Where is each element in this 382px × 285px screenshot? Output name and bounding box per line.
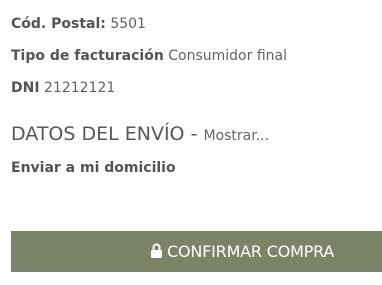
shipping-method: Enviar a mi domicilio (11, 160, 176, 176)
shipping-section-title: DATOS DEL ENVÍO (11, 123, 185, 145)
dni-value: 21212121 (44, 80, 116, 96)
dni-row: DNI 21212121 (11, 79, 115, 97)
confirm-purchase-button[interactable]: CONFIRMAR COMPRA (11, 231, 382, 272)
lock-icon (150, 243, 163, 258)
billing-type-label: Tipo de facturación (11, 48, 164, 64)
postal-code-value: 5501 (110, 16, 146, 32)
postal-code-label: Cód. Postal: (11, 16, 106, 32)
show-shipping-details-link[interactable]: Mostrar... (203, 128, 269, 144)
shipping-title-separator: - (190, 123, 198, 145)
shipping-section-header: DATOS DEL ENVÍO - Mostrar... (11, 121, 269, 149)
dni-label: DNI (11, 80, 40, 96)
confirm-purchase-label: CONFIRMAR COMPRA (167, 242, 335, 261)
billing-type-row: Tipo de facturación Consumidor final (11, 47, 287, 65)
billing-type-value: Consumidor final (168, 48, 287, 64)
postal-code-row: Cód. Postal: 5501 (11, 15, 146, 33)
